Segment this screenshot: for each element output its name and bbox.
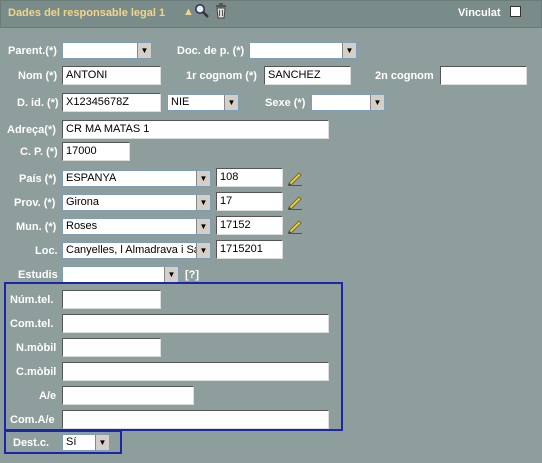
chevron-down-icon: ▼	[196, 243, 210, 258]
nom-input[interactable]: ANTONI	[62, 66, 161, 85]
cp-input[interactable]: 17000	[62, 142, 130, 161]
prov-label: Prov. (*)	[14, 197, 56, 209]
parent-label: Parent.(*)	[8, 45, 57, 57]
cognom2-input[interactable]	[440, 66, 527, 85]
chevron-down-icon: ▼	[196, 171, 210, 186]
chevron-down-icon: ▼	[137, 43, 151, 58]
com-ae-label: Com.A/e	[10, 414, 55, 426]
chevron-down-icon: ▼	[224, 95, 238, 110]
pencil-icon[interactable]	[287, 170, 303, 186]
chevron-down-icon: ▼	[196, 195, 210, 210]
n-mobil-label: N.mòbil	[16, 342, 57, 354]
vinculat-label: Vinculat	[458, 7, 501, 19]
parent-select[interactable]: ▼	[62, 42, 152, 59]
num-tel-label: Núm.tel.	[10, 294, 54, 306]
dest-select[interactable]: Sí ▼	[62, 434, 110, 451]
mun-select[interactable]: Roses ▼	[62, 218, 211, 235]
section-title: Dades del responsable legal 1	[8, 7, 166, 19]
com-tel-input[interactable]	[62, 314, 329, 333]
c-mobil-input[interactable]	[62, 362, 329, 381]
sexe-label: Sexe (*)	[265, 97, 306, 109]
ae-label: A/e	[39, 390, 57, 402]
contact-highlight-box	[4, 282, 343, 431]
estudis-select[interactable]: ▼	[62, 266, 179, 283]
adreca-label: Adreça(*)	[7, 124, 56, 136]
loc-code-input[interactable]: 1715201	[216, 240, 283, 259]
pais-label: País (*)	[19, 173, 57, 185]
ae-input[interactable]	[62, 386, 194, 405]
num-tel-input[interactable]	[62, 290, 161, 309]
magnifier-icon[interactable]	[194, 3, 210, 22]
pais-select[interactable]: ESPANYA ▼	[62, 170, 211, 187]
did-type-select[interactable]: NIE ▼	[167, 94, 239, 111]
mun-label: Mun. (*)	[16, 221, 57, 233]
loc-select[interactable]: Canyelles, l Almadrava i Sant ▼	[62, 242, 211, 259]
com-tel-label: Com.tel.	[10, 318, 54, 330]
chevron-down-icon: ▼	[342, 43, 356, 58]
mun-code-input[interactable]: 17152	[216, 216, 283, 235]
c-mobil-label: C.mòbil	[16, 366, 57, 378]
chevron-down-icon: ▼	[164, 267, 178, 282]
collapse-arrow-icon[interactable]: ▲	[183, 6, 194, 18]
chevron-down-icon: ▼	[196, 219, 210, 234]
chevron-down-icon: ▼	[95, 435, 109, 450]
pencil-icon[interactable]	[287, 218, 303, 234]
cognom2-label: 2n cognom	[375, 70, 434, 82]
cognom1-input[interactable]: SANCHEZ	[264, 66, 351, 85]
sexe-select[interactable]: ▼	[311, 94, 385, 111]
cp-label: C. P. (*)	[20, 146, 58, 158]
trash-icon[interactable]	[214, 3, 228, 22]
adreca-input[interactable]: CR MA MATAS 1	[62, 120, 329, 139]
estudis-label: Estudis	[18, 269, 58, 281]
vinculat-checkbox[interactable]	[510, 6, 521, 17]
doc-type-select[interactable]: ▼	[249, 42, 357, 59]
did-label: D. id. (*)	[17, 97, 59, 109]
pencil-icon[interactable]	[287, 194, 303, 210]
help-link[interactable]: [?]	[185, 269, 199, 281]
nom-label: Nom (*)	[18, 70, 58, 82]
cognom1-label: 1r cognom (*)	[186, 70, 257, 82]
chevron-down-icon: ▼	[370, 95, 384, 110]
doc-type-label: Doc. de p. (*)	[177, 45, 245, 57]
prov-code-input[interactable]: 17	[216, 192, 283, 211]
n-mobil-input[interactable]	[62, 338, 161, 357]
loc-label: Loc.	[35, 245, 58, 257]
did-input[interactable]: X12345678Z	[62, 93, 161, 112]
section-header: Dades del responsable legal 1 ▲ Vinculat	[0, 0, 542, 28]
dest-label: Dest.c.	[13, 437, 50, 449]
pais-code-input[interactable]: 108	[216, 168, 283, 187]
prov-select[interactable]: Girona ▼	[62, 194, 211, 211]
com-ae-input[interactable]	[62, 410, 329, 429]
